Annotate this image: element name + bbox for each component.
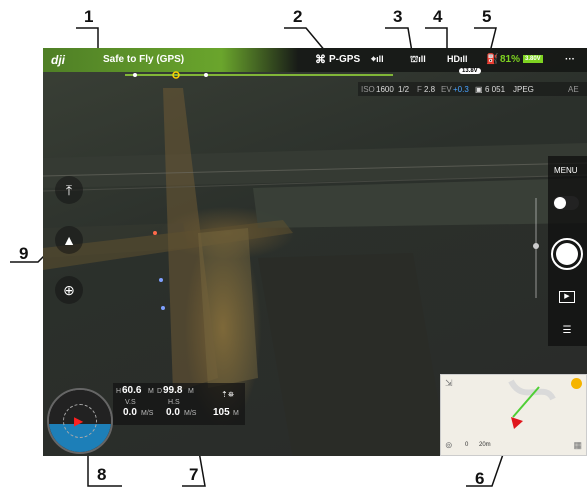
flight-mode[interactable]: P-GPS <box>329 54 360 65</box>
home-distance-unit: M <box>233 410 239 417</box>
iso-value[interactable]: 1600 <box>376 85 394 94</box>
camera-settings-button[interactable]: ☰ <box>557 324 577 338</box>
hspeed-label: H.S <box>168 399 180 406</box>
gimbal-slider[interactable] <box>533 198 539 298</box>
map-layer-icon[interactable]: ▦ <box>573 440 582 451</box>
iso-label: ISO <box>361 85 375 94</box>
camera-view[interactable]: dji Safe to Fly (GPS) ⌘ P-GPS ⌖ıll ⛫ıll … <box>43 48 587 456</box>
battery-percent[interactable]: 81% <box>500 54 520 65</box>
home-distance-icon: ⇡⛯ <box>221 390 235 399</box>
flight-status-text[interactable]: Safe to Fly (GPS) <box>103 54 184 65</box>
map-scale: 20m <box>479 442 491 448</box>
more-menu-button[interactable]: ··· <box>565 54 575 65</box>
dji-logo[interactable]: dji <box>51 53 65 67</box>
ev-value[interactable]: +0.3 <box>453 85 469 94</box>
ev-label: EV <box>441 85 452 94</box>
home-point-icon: ⊕ <box>63 281 75 298</box>
toggle-knob <box>554 197 566 209</box>
map-flight-path <box>508 379 556 429</box>
aperture-label: F <box>417 85 422 94</box>
return-home-button[interactable]: ⊕ <box>55 276 83 304</box>
hd-signal-icon[interactable]: HDıll <box>447 54 468 64</box>
vspeed-value: 0.0 <box>123 407 137 418</box>
callout-3: 3 <box>393 7 403 26</box>
takeoff-icon: ⤒ <box>65 181 73 198</box>
distance-label: D <box>157 388 163 395</box>
ae-lock[interactable]: AE <box>568 85 579 94</box>
hspeed-value: 0.0 <box>166 407 180 418</box>
callout-1: 1 <box>84 7 94 26</box>
vspeed-label: V.S <box>125 399 136 406</box>
aircraft-heading-icon: ▶ <box>74 414 84 428</box>
sd-card-icon: ▣ <box>475 85 483 94</box>
distance-value: 99.8 <box>163 385 183 396</box>
vspeed-unit: M/S <box>141 410 154 417</box>
height-unit: M <box>148 388 154 395</box>
callout-7: 7 <box>189 465 199 484</box>
callout-6: 6 <box>475 469 485 488</box>
callout-2: 2 <box>293 7 303 26</box>
callout-9: 9 <box>19 244 29 263</box>
attitude-radar[interactable]: ▶ <box>47 388 113 454</box>
photo-count: 6 051 <box>485 85 506 94</box>
shutter-button[interactable] <box>551 238 583 270</box>
callout-5: 5 <box>482 7 492 26</box>
play-icon: ▶ <box>564 293 570 300</box>
battery-icon: ⛽ <box>486 54 499 65</box>
photo-video-toggle[interactable] <box>553 196 579 210</box>
sliders-icon: ☰ <box>562 325 572 336</box>
remote-signal-icon[interactable]: ⛫ıll <box>410 54 426 66</box>
image-format[interactable]: JPEG <box>513 85 534 94</box>
hspeed-unit: M/S <box>184 410 197 417</box>
position-track <box>125 71 393 79</box>
mini-map[interactable]: ⇲ ⊚ 0 20m ▦ <box>440 374 587 456</box>
shutter-value[interactable]: 1/2 <box>398 85 409 94</box>
height-label: H <box>116 388 122 395</box>
flight-mode-nav-icon: ▲ <box>62 232 76 248</box>
menu-button[interactable]: MENU <box>554 166 578 175</box>
flight-mode-icon: ⌘ <box>315 54 326 66</box>
shutter-inner <box>556 243 578 265</box>
map-collapse-icon[interactable]: ⇲ <box>445 378 453 389</box>
gps-signal-icon[interactable]: ⌖ıll <box>371 54 384 65</box>
distance-unit: M <box>188 388 194 395</box>
playback-button[interactable]: ▶ <box>559 291 575 303</box>
callout-4: 4 <box>433 7 443 26</box>
height-value: 60.6 <box>122 385 142 396</box>
map-lock-icon[interactable]: ⊚ <box>445 440 453 451</box>
takeoff-button[interactable]: ⤒ <box>55 176 83 204</box>
home-distance-value: 105 <box>213 407 230 418</box>
map-home-icon[interactable] <box>571 378 582 389</box>
callout-8: 8 <box>97 465 107 484</box>
map-scale-zero: 0 <box>465 442 469 448</box>
gimbal-slider-thumb[interactable] <box>533 243 539 249</box>
battery-voltage: 3.80V <box>523 55 543 63</box>
aperture-value[interactable]: 2.8 <box>424 85 435 94</box>
intelligent-flight-button[interactable]: ▲ <box>55 226 83 254</box>
